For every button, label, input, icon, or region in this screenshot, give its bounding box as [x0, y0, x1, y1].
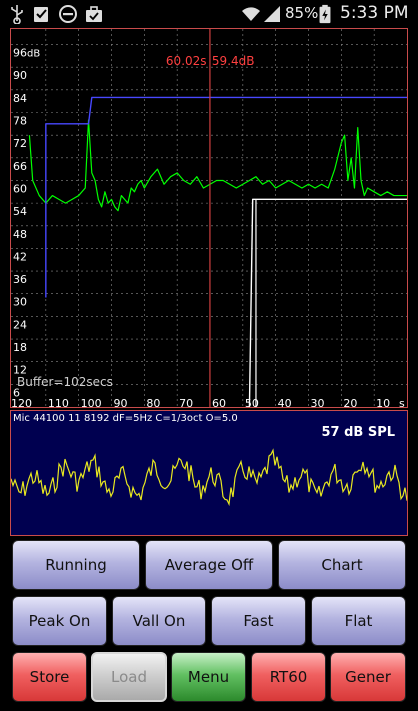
buffer-label: Buffer=102secs: [17, 375, 113, 389]
x-tick-label: 80: [146, 397, 160, 408]
spl-readout: 57 dB SPL: [321, 425, 395, 440]
spectrum-plot[interactable]: 9690847872666054484236302418126dB120 110 1…: [11, 29, 408, 408]
analyzer-settings-label: Mic 44100 11 8192 dF=5Hz C=1/3oct O=5.0: [13, 413, 238, 424]
x-tick-label: 90: [114, 397, 128, 408]
y-tick-label: 84: [13, 92, 27, 105]
battery-percent: 85%: [285, 4, 319, 22]
y-tick-label: 78: [13, 115, 27, 128]
valley-series-line: [248, 198, 407, 407]
usb-icon: [11, 5, 23, 24]
cursor-db-label: 59.4dB: [212, 54, 255, 68]
signal-icon: [264, 6, 280, 22]
fast-button[interactable]: Fast: [211, 596, 306, 646]
valley-button[interactable]: Vall On: [112, 596, 206, 646]
checklist-icon: [34, 7, 48, 22]
chart-button[interactable]: Chart: [278, 540, 406, 590]
x-tick-label: 60: [212, 397, 226, 408]
x-tick-label: 20: [343, 397, 357, 408]
y-tick-label: 24: [13, 318, 27, 331]
store-button[interactable]: Store: [12, 652, 87, 702]
status-bar: 85% 5:33 PM: [0, 0, 418, 28]
spectrum-chart[interactable]: 96 90 84 78 72 66 60 54 48 42 36 30 24 18 12 6 dB 120 110 1…: [10, 28, 408, 408]
x-tick-label: 30: [311, 397, 325, 408]
y-tick-label: 36: [13, 273, 27, 286]
y-tick-label: 72: [13, 137, 27, 150]
running-button[interactable]: Running: [12, 540, 140, 590]
x-tick-label: 100: [81, 397, 102, 408]
y-tick-label: 48: [13, 228, 27, 241]
peak-series-line: [45, 96, 407, 298]
rt60-button[interactable]: RT60: [251, 652, 326, 702]
y-tick-label: 54: [13, 205, 27, 218]
flat-button[interactable]: Flat: [311, 596, 406, 646]
x-tick-label: 40: [278, 397, 292, 408]
average-button[interactable]: Average Off: [145, 540, 273, 590]
y-tick-label: 90: [13, 69, 27, 82]
y-tick-label: 60: [13, 182, 27, 195]
y-tick-label: 96: [13, 47, 27, 60]
wifi-icon: [242, 7, 260, 21]
x-tick-label: 10: [376, 397, 390, 408]
cursor-time-label: 60.02s: [166, 54, 207, 68]
waveform-line: [11, 448, 407, 507]
do-not-disturb-icon: [59, 5, 77, 23]
y-tick-label: 30: [13, 296, 27, 309]
x-tick-label: s: [399, 397, 405, 408]
x-tick-label: 120: [11, 397, 32, 408]
x-tick-label: 50: [245, 397, 259, 408]
y-tick-label: 66: [13, 160, 27, 173]
y-tick-label: 18: [13, 341, 27, 354]
x-tick-label: 70: [179, 397, 193, 408]
briefcase-icon: [86, 6, 102, 22]
peak-button[interactable]: Peak On: [12, 596, 107, 646]
clock: 5:33 PM: [340, 3, 409, 23]
y-unit-label: dB: [27, 49, 40, 60]
spectrum-series-line: [28, 119, 407, 212]
load-button[interactable]: Load: [91, 652, 167, 702]
battery-charging-icon: [319, 4, 331, 24]
generator-button[interactable]: Gener: [330, 652, 406, 702]
waveform-panel: Mic 44100 11 8192 dF=5Hz C=1/3oct O=5.0 …: [10, 410, 408, 536]
menu-button[interactable]: Menu: [171, 652, 246, 702]
y-tick-label: 42: [13, 250, 27, 263]
x-tick-label: 110: [48, 397, 69, 408]
